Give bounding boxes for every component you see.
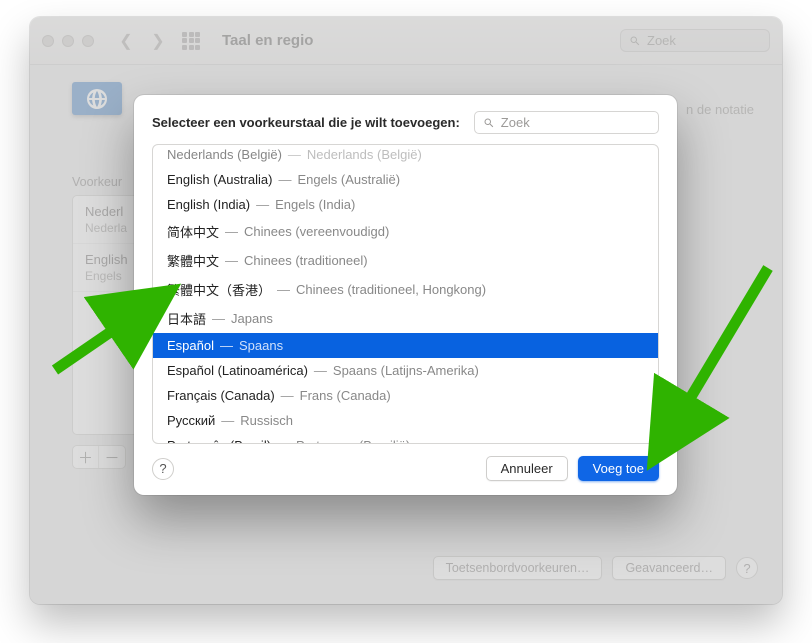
dash-separator: — — [277, 282, 290, 297]
titlebar: ❮ ❯ Taal en regio Zoek — [30, 17, 782, 65]
language-localized: Portugees (Brazilië) — [296, 438, 410, 443]
zoom-dot[interactable] — [82, 35, 94, 47]
language-localized: Spaans (Latijns-Amerika) — [333, 363, 479, 378]
dialog-search[interactable]: Zoek — [474, 111, 659, 134]
language-option[interactable]: 繁體中文（香港） — Chinees (traditioneel, Hongko… — [153, 275, 658, 304]
language-option[interactable]: Português (Brasil) — Portugees (Brazilië… — [153, 433, 658, 443]
language-localized: Frans (Canada) — [300, 388, 391, 403]
bottom-button-row: Toetsenbordvoorkeuren… Geavanceerd… ? — [433, 556, 758, 580]
keyboard-preferences-button[interactable]: Toetsenbordvoorkeuren… — [433, 556, 603, 580]
globe-flag-icon — [72, 82, 122, 115]
window-title: Taal en regio — [222, 32, 313, 49]
notation-text-fragment: n de notatie — [686, 102, 754, 117]
language-option[interactable]: 简体中文 — Chinees (vereenvoudigd) — [153, 217, 658, 246]
language-native: Español — [167, 338, 214, 353]
language-native: Español (Latinoamérica) — [167, 363, 308, 378]
language-option[interactable]: Español (Latinoamérica) — Spaans (Latijn… — [153, 358, 658, 383]
add-language-button[interactable]: ＋ — [73, 446, 99, 468]
traffic-lights[interactable] — [42, 35, 94, 47]
language-native: English (India) — [167, 197, 250, 212]
language-native: 简体中文 — [167, 222, 219, 241]
dash-separator: — — [314, 363, 327, 378]
add-button[interactable]: Voeg toe — [578, 456, 659, 481]
preferred-languages-label: Voorkeur — [72, 175, 122, 189]
language-localized: Engels (India) — [275, 197, 355, 212]
search-icon — [483, 117, 495, 129]
dash-separator: — — [277, 438, 290, 443]
language-localized: Chinees (traditioneel, Hongkong) — [296, 282, 486, 297]
add-language-dialog: Selecteer een voorkeurstaal die je wilt … — [134, 95, 677, 495]
dash-separator: — — [220, 338, 233, 353]
language-option[interactable]: English (India) — Engels (India) — [153, 192, 658, 217]
remove-language-button[interactable]: － — [99, 446, 125, 468]
language-native: Français (Canada) — [167, 388, 275, 403]
dialog-prompt: Selecteer een voorkeurstaal die je wilt … — [152, 115, 460, 130]
language-localized: Engels (Australië) — [298, 172, 401, 187]
cancel-button[interactable]: Annuleer — [486, 456, 568, 481]
language-list[interactable]: Nederlands (België) — Nederlands (België… — [152, 144, 659, 444]
minimize-dot[interactable] — [62, 35, 74, 47]
language-native: 繁體中文 — [167, 251, 219, 270]
language-localized: Spaans — [239, 338, 283, 353]
dialog-search-placeholder: Zoek — [501, 115, 530, 130]
language-localized: Nederlands (België) — [307, 147, 422, 162]
language-option[interactable]: Русский — Russisch — [153, 408, 658, 433]
language-option[interactable]: Español — Spaans — [153, 333, 658, 358]
language-localized: Russisch — [240, 413, 293, 428]
language-localized: Japans — [231, 311, 273, 326]
language-native: Nederlands (België) — [167, 147, 282, 162]
language-option[interactable]: English (Australia) — Engels (Australië) — [153, 167, 658, 192]
advanced-button[interactable]: Geavanceerd… — [612, 556, 726, 580]
language-option[interactable]: Français (Canada) — Frans (Canada) — [153, 383, 658, 408]
dash-separator: — — [281, 388, 294, 403]
language-native: 日本語 — [167, 309, 206, 328]
dash-separator: — — [256, 197, 269, 212]
toolbar-search-placeholder: Zoek — [647, 33, 676, 48]
dash-separator: — — [225, 253, 238, 268]
show-all-icon[interactable] — [182, 32, 200, 50]
language-localized: Chinees (vereenvoudigd) — [244, 224, 389, 239]
close-dot[interactable] — [42, 35, 54, 47]
dash-separator: — — [225, 224, 238, 239]
language-native: English (Australia) — [167, 172, 273, 187]
add-remove-buttons: ＋ － — [72, 445, 126, 469]
help-button[interactable]: ? — [736, 557, 758, 579]
forward-button[interactable]: ❯ — [146, 29, 170, 53]
language-option[interactable]: 日本語 — Japans — [153, 304, 658, 333]
language-option[interactable]: 繁體中文 — Chinees (traditioneel) — [153, 246, 658, 275]
language-option[interactable]: Nederlands (België) — Nederlands (België… — [153, 145, 658, 167]
language-native: 繁體中文（香港） — [167, 280, 271, 299]
dash-separator: — — [212, 311, 225, 326]
dialog-help-button[interactable]: ? — [152, 458, 174, 480]
language-localized: Chinees (traditioneel) — [244, 253, 368, 268]
back-button[interactable]: ❮ — [114, 29, 138, 53]
dash-separator: — — [279, 172, 292, 187]
search-icon — [629, 35, 641, 47]
dash-separator: — — [288, 147, 301, 162]
dash-separator: — — [221, 413, 234, 428]
toolbar-search[interactable]: Zoek — [620, 29, 770, 52]
language-native: Português (Brasil) — [167, 438, 271, 443]
language-native: Русский — [167, 413, 215, 428]
